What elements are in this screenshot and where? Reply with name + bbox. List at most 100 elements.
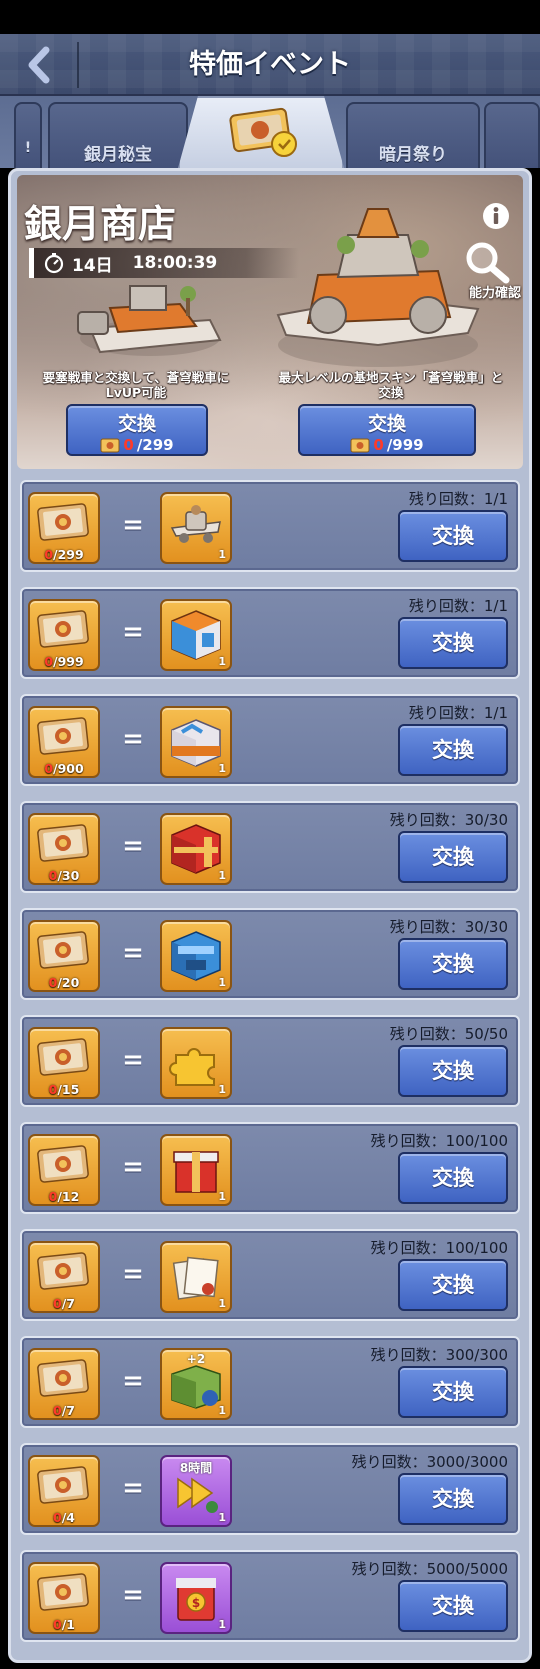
exchange-button[interactable]: 交換 (398, 1152, 508, 1204)
reward-label: 8時間 (179, 1461, 213, 1475)
reward-label: +2 (186, 1352, 206, 1366)
header: 特価イベント (0, 34, 540, 96)
exchange-button[interactable]: 交換 (398, 938, 508, 990)
cost-ticket-card[interactable]: 0/299 (28, 492, 100, 564)
reward-item-card[interactable]: 1 (160, 1027, 232, 1099)
tab-partial-right[interactable] (484, 102, 540, 168)
reward-item-card[interactable]: 1 (160, 813, 232, 885)
puzzle-icon (168, 1037, 224, 1089)
blue-crate-icon (168, 930, 224, 982)
ticket-icon (35, 1356, 93, 1400)
cost-amount: 0/4 (30, 1510, 98, 1525)
status-bar (0, 0, 540, 34)
offer-2-description: 最大レベルの基地スキン「蒼穹戦車」と交換 (278, 370, 504, 400)
remaining-count: 残り回数：100/100 (370, 1239, 508, 1257)
cost-ticket-card[interactable]: 0/30 (28, 813, 100, 885)
cost-required: /7 (61, 1296, 75, 1311)
cost-ticket-card[interactable]: 0/999 (28, 599, 100, 671)
cost-ticket-card[interactable]: 0/7 (28, 1241, 100, 1313)
reward-quantity: 1 (218, 1297, 226, 1310)
ticket-icon (100, 438, 120, 452)
reward-item-card[interactable]: 8時間 1 (160, 1455, 232, 1527)
equals-sign: = (122, 724, 144, 754)
reward-item-card[interactable]: 1 (160, 1241, 232, 1313)
timer-days: 14日 (72, 255, 113, 276)
cost-owned: 0 (44, 761, 54, 776)
reward-item-card[interactable]: +2 1 (160, 1348, 232, 1420)
cost-required: /7 (61, 1403, 75, 1418)
reward-quantity: 1 (218, 762, 226, 775)
exchange-button[interactable]: 交換 (398, 1259, 508, 1311)
reward-item-card[interactable]: 1 (160, 599, 232, 671)
cost-ticket-card[interactable]: 0/12 (28, 1134, 100, 1206)
exchange-row: 0/7 = +2 1 残り回数：300/300 交換 (20, 1336, 520, 1428)
reward-item-card[interactable]: 1 (160, 706, 232, 778)
cost-ticket-card[interactable]: 0/900 (28, 706, 100, 778)
exchange-button[interactable]: 交換 (398, 1473, 508, 1525)
remaining-count: 残り回数：3000/3000 (351, 1453, 508, 1471)
reward-item-card[interactable]: 1 (160, 1134, 232, 1206)
exchange-button[interactable]: 交換 (398, 1045, 508, 1097)
plane-icon (168, 502, 224, 548)
exchange-row: 0/299 = 1 残り回数：1/1 交換 (20, 480, 520, 572)
cost-ticket-card[interactable]: 0/20 (28, 920, 100, 992)
cost-required: /12 (57, 1189, 80, 1204)
page-title: 特価イベント (189, 49, 351, 80)
exchange-row: 0/4 = 8時間 1 残り回数：3000/3000 交換 (20, 1443, 520, 1535)
reward-item-card[interactable]: 1 (160, 920, 232, 992)
offer-2-cost: 0/999 (300, 436, 474, 454)
equals-sign: = (122, 617, 144, 647)
remaining-count: 残り回数：1/1 (408, 490, 508, 508)
reward-quantity: 1 (218, 976, 226, 989)
exchange-button[interactable]: 交換 (398, 1580, 508, 1632)
offer-1-exchange-button[interactable]: 交換 0/299 (66, 404, 208, 456)
offer-1-owned: 0 (123, 436, 134, 454)
reward-item-card[interactable]: 1 (160, 492, 232, 564)
offer-1-required: /299 (136, 436, 174, 454)
exchange-row: 0/15 = 1 残り回数：50/50 交換 (20, 1015, 520, 1107)
cost-ticket-card[interactable]: 0/1 (28, 1562, 100, 1634)
cost-ticket-card[interactable]: 0/7 (28, 1348, 100, 1420)
ticket-icon (35, 821, 93, 865)
info-button[interactable] (481, 201, 511, 231)
exchange-button[interactable]: 交換 (398, 617, 508, 669)
timer-time: 18:00:39 (132, 253, 218, 273)
tab-dark-moon-festival[interactable]: 暗月祭り (346, 102, 480, 168)
magnifier-icon (466, 242, 510, 284)
reward-quantity: 1 (218, 869, 226, 882)
equals-sign: = (122, 1045, 144, 1075)
red-crate-icon (168, 823, 224, 875)
equals-sign: = (122, 1259, 144, 1289)
cost-required: /999 (53, 654, 84, 669)
tab-partial-left[interactable]: ! (14, 102, 42, 168)
exchange-button[interactable]: 交換 (398, 831, 508, 883)
exchange-button[interactable]: 交換 (398, 724, 508, 776)
ticket-icon (350, 438, 370, 452)
exchange-button[interactable]: 交換 (398, 1366, 508, 1418)
ticket-icon (35, 1463, 93, 1507)
cost-required: /1 (61, 1617, 75, 1632)
cost-amount: 0/1 (30, 1617, 98, 1632)
ticket-icon (35, 607, 93, 651)
offer-2-required: /999 (386, 436, 424, 454)
chest-icon (168, 716, 224, 768)
reward-quantity: 1 (218, 655, 226, 668)
exchange-row: 0/1 = $ 1 残り回数：5000/5000 交換 (20, 1550, 520, 1642)
tab-silver-moon-treasure[interactable]: 銀月秘宝 (48, 102, 188, 168)
reward-quantity: 1 (218, 1083, 226, 1096)
offer-2-exchange-button[interactable]: 交換 0/999 (298, 404, 476, 456)
cost-ticket-card[interactable]: 0/15 (28, 1027, 100, 1099)
svg-text:$: $ (192, 1596, 200, 1610)
cost-amount: 0/30 (30, 868, 98, 883)
exchange-button[interactable]: 交換 (398, 510, 508, 562)
ticket-icon (35, 1249, 93, 1293)
remaining-count: 残り回数：1/1 (408, 704, 508, 722)
cost-ticket-card[interactable]: 0/4 (28, 1455, 100, 1527)
exchange-row: 0/999 = 1 残り回数：1/1 交換 (20, 587, 520, 679)
ticket-icon (35, 1035, 93, 1079)
exchange-row: 0/20 = 1 残り回数：30/30 交換 (20, 908, 520, 1000)
gift-box-icon (168, 1144, 224, 1196)
reward-item-card[interactable]: $ 1 (160, 1562, 232, 1634)
offer-1-description: 要塞戦車と交換して、蒼穹戦車に LvUP可能 (42, 370, 230, 400)
remaining-count: 残り回数：30/30 (389, 811, 508, 829)
